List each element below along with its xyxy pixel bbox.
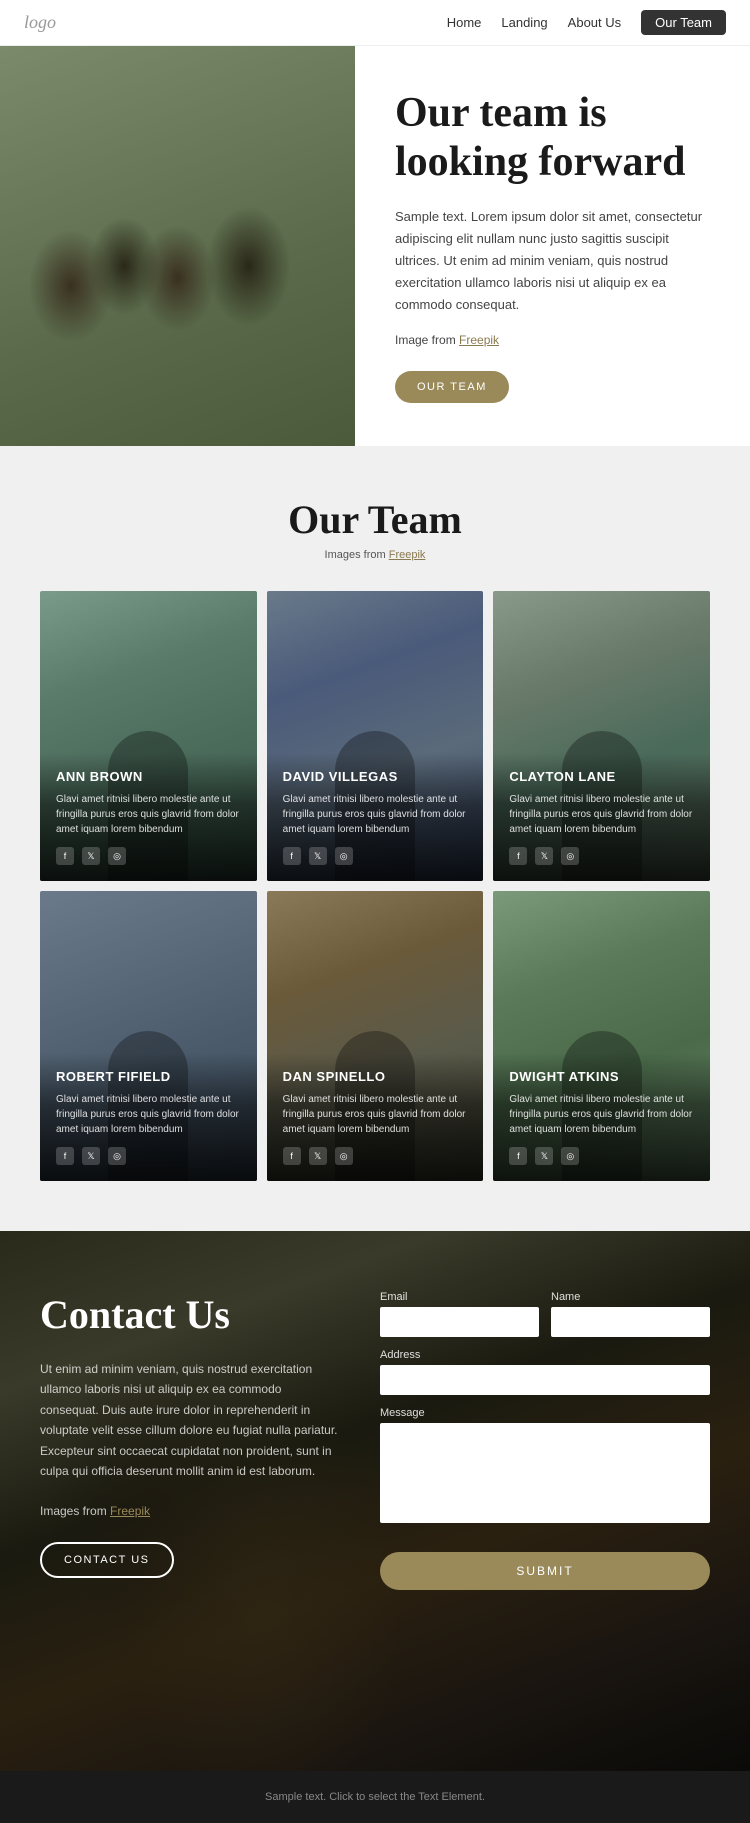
instagram-icon-2[interactable]: ◎ <box>561 847 579 865</box>
team-member-name-5: DWIGHT ATKINS <box>509 1069 694 1084</box>
team-card-1: DAVID VILLEGAS Glavi amet ritnisi libero… <box>267 591 484 881</box>
team-member-socials-0: f 𝕏 ◎ <box>56 847 241 865</box>
contact-section: Contact Us Ut enim ad minim veniam, quis… <box>0 1231 750 1771</box>
contact-form: Email Name Address Message <box>380 1291 710 1590</box>
team-card-overlay-1: DAVID VILLEGAS Glavi amet ritnisi libero… <box>267 753 484 881</box>
team-card-overlay-5: DWIGHT ATKINS Glavi amet ritnisi libero … <box>493 1053 710 1181</box>
team-grid: ANN BROWN Glavi amet ritnisi libero mole… <box>40 591 710 1181</box>
navbar: logo Home Landing About Us Our Team <box>0 0 750 46</box>
facebook-icon-1[interactable]: f <box>283 847 301 865</box>
team-member-name-2: CLAYTON LANE <box>509 769 694 784</box>
contact-left: Contact Us Ut enim ad minim veniam, quis… <box>40 1291 340 1590</box>
nav-about[interactable]: About Us <box>568 15 621 30</box>
team-card-3: ROBERT FIFIELD Glavi amet ritnisi libero… <box>40 891 257 1181</box>
email-input[interactable] <box>380 1307 539 1337</box>
team-member-desc-1: Glavi amet ritnisi libero molestie ante … <box>283 792 468 837</box>
team-card-2: CLAYTON LANE Glavi amet ritnisi libero m… <box>493 591 710 881</box>
hero-team-button[interactable]: OUR TEAM <box>395 371 509 403</box>
team-card-overlay-3: ROBERT FIFIELD Glavi amet ritnisi libero… <box>40 1053 257 1181</box>
twitter-icon-1[interactable]: 𝕏 <box>309 847 327 865</box>
facebook-icon-3[interactable]: f <box>56 1147 74 1165</box>
nav-links: Home Landing About Us Our Team <box>447 10 726 35</box>
form-row-address: Address <box>380 1349 710 1395</box>
team-member-desc-5: Glavi amet ritnisi libero molestie ante … <box>509 1092 694 1137</box>
logo: logo <box>24 12 56 33</box>
nav-home[interactable]: Home <box>447 15 482 30</box>
twitter-icon-4[interactable]: 𝕏 <box>309 1147 327 1165</box>
hero-description: Sample text. Lorem ipsum dolor sit amet,… <box>395 206 710 316</box>
team-member-name-3: ROBERT FIFIELD <box>56 1069 241 1084</box>
team-member-name-4: DAN SPINELLO <box>283 1069 468 1084</box>
team-title: Our Team <box>40 496 710 543</box>
form-group-name: Name <box>551 1291 710 1337</box>
team-section: Our Team Images from Freepik ANN BROWN G… <box>0 446 750 1231</box>
hero-title: Our team is looking forward <box>395 89 710 186</box>
contact-inner: Contact Us Ut enim ad minim veniam, quis… <box>0 1231 750 1650</box>
address-label: Address <box>380 1349 710 1361</box>
name-input[interactable] <box>551 1307 710 1337</box>
form-row-message: Message <box>380 1407 710 1528</box>
contact-description: Ut enim ad minim veniam, quis nostrud ex… <box>40 1359 340 1481</box>
team-member-name-0: ANN BROWN <box>56 769 241 784</box>
facebook-icon-5[interactable]: f <box>509 1147 527 1165</box>
team-member-socials-1: f 𝕏 ◎ <box>283 847 468 865</box>
team-member-desc-2: Glavi amet ritnisi libero molestie ante … <box>509 792 694 837</box>
team-card-overlay-4: DAN SPINELLO Glavi amet ritnisi libero m… <box>267 1053 484 1181</box>
team-card-0: ANN BROWN Glavi amet ritnisi libero mole… <box>40 591 257 881</box>
instagram-icon-3[interactable]: ◎ <box>108 1147 126 1165</box>
instagram-icon-4[interactable]: ◎ <box>335 1147 353 1165</box>
hero-image-credit: Image from Freepik <box>395 333 710 347</box>
team-card-5: DWIGHT ATKINS Glavi amet ritnisi libero … <box>493 891 710 1181</box>
footer-text: Sample text. Click to select the Text El… <box>265 1791 485 1803</box>
message-label: Message <box>380 1407 710 1419</box>
form-row-email-name: Email Name <box>380 1291 710 1337</box>
team-freepik-link[interactable]: Freepik <box>389 549 426 561</box>
nav-landing[interactable]: Landing <box>501 15 547 30</box>
nav-our-team[interactable]: Our Team <box>641 10 726 35</box>
name-label: Name <box>551 1291 710 1303</box>
team-member-desc-3: Glavi amet ritnisi libero molestie ante … <box>56 1092 241 1137</box>
hero-freepik-link[interactable]: Freepik <box>459 333 499 347</box>
team-member-name-1: DAVID VILLEGAS <box>283 769 468 784</box>
instagram-icon-5[interactable]: ◎ <box>561 1147 579 1165</box>
team-card-overlay-0: ANN BROWN Glavi amet ritnisi libero mole… <box>40 753 257 881</box>
hero-image <box>0 46 355 446</box>
team-member-socials-2: f 𝕏 ◎ <box>509 847 694 865</box>
form-group-address: Address <box>380 1349 710 1395</box>
twitter-icon-3[interactable]: 𝕏 <box>82 1147 100 1165</box>
team-member-socials-3: f 𝕏 ◎ <box>56 1147 241 1165</box>
instagram-icon-0[interactable]: ◎ <box>108 847 126 865</box>
facebook-icon-4[interactable]: f <box>283 1147 301 1165</box>
team-subtitle: Images from Freepik <box>40 549 710 561</box>
team-member-desc-0: Glavi amet ritnisi libero molestie ante … <box>56 792 241 837</box>
twitter-icon-5[interactable]: 𝕏 <box>535 1147 553 1165</box>
hero-section: Our team is looking forward Sample text.… <box>0 46 750 446</box>
twitter-icon-2[interactable]: 𝕏 <box>535 847 553 865</box>
team-member-desc-4: Glavi amet ritnisi libero molestie ante … <box>283 1092 468 1137</box>
facebook-icon-2[interactable]: f <box>509 847 527 865</box>
facebook-icon-0[interactable]: f <box>56 847 74 865</box>
form-group-email: Email <box>380 1291 539 1337</box>
submit-button[interactable]: SUBMIT <box>380 1552 710 1590</box>
team-member-socials-5: f 𝕏 ◎ <box>509 1147 694 1165</box>
form-group-message: Message <box>380 1407 710 1528</box>
contact-image-credit: Images from Freepik <box>40 1501 340 1521</box>
hero-image-bg <box>0 46 355 446</box>
contact-title: Contact Us <box>40 1291 340 1339</box>
hero-content: Our team is looking forward Sample text.… <box>355 46 750 446</box>
address-input[interactable] <box>380 1365 710 1395</box>
email-label: Email <box>380 1291 539 1303</box>
team-card-4: DAN SPINELLO Glavi amet ritnisi libero m… <box>267 891 484 1181</box>
contact-button[interactable]: CONTACT US <box>40 1542 174 1578</box>
team-member-socials-4: f 𝕏 ◎ <box>283 1147 468 1165</box>
contact-freepik-link[interactable]: Freepik <box>110 1504 150 1518</box>
message-textarea[interactable] <box>380 1423 710 1523</box>
team-card-overlay-2: CLAYTON LANE Glavi amet ritnisi libero m… <box>493 753 710 881</box>
footer: Sample text. Click to select the Text El… <box>0 1771 750 1823</box>
twitter-icon-0[interactable]: 𝕏 <box>82 847 100 865</box>
instagram-icon-1[interactable]: ◎ <box>335 847 353 865</box>
